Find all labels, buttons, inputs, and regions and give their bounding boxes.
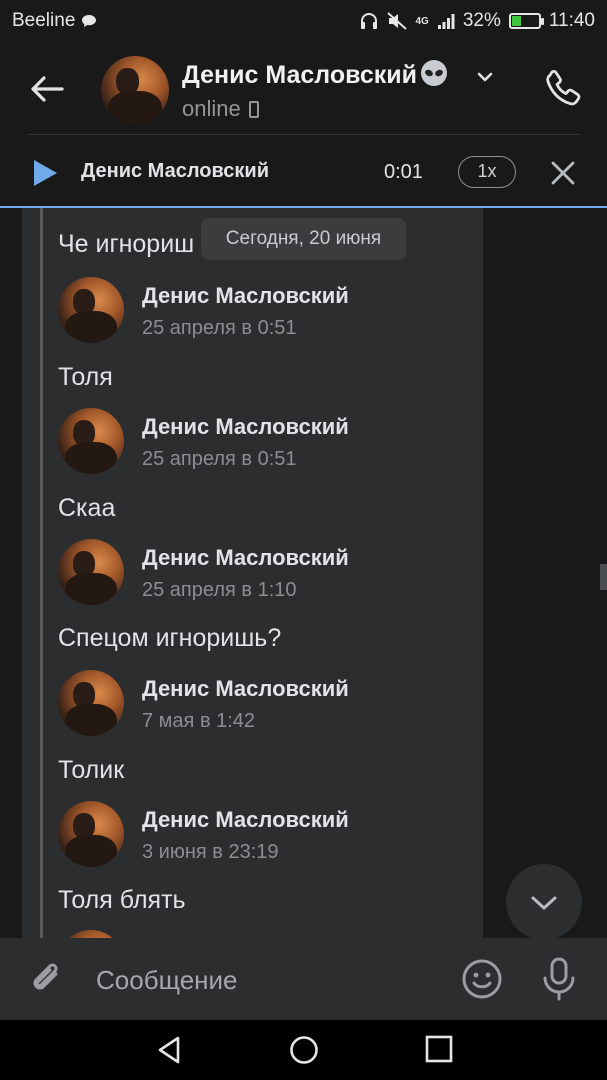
author-name: Денис Масловский xyxy=(142,283,349,308)
emoji-button[interactable] xyxy=(461,958,503,1000)
forward-author[interactable]: Денис Масловский 7 мая в 1:42 xyxy=(58,670,478,740)
carrier-name: Beeline xyxy=(12,10,76,31)
back-arrow-icon xyxy=(31,76,64,102)
nav-home-button[interactable] xyxy=(288,1034,320,1066)
mobile-device-icon xyxy=(248,100,259,118)
player-track-name[interactable]: Денис Масловский xyxy=(81,160,269,183)
attach-button[interactable] xyxy=(26,958,68,1000)
phone-call-icon xyxy=(546,69,581,106)
contact-avatar[interactable] xyxy=(101,56,169,124)
voice-message-button[interactable] xyxy=(538,956,580,1002)
chat-header: Денис Масловский online xyxy=(0,42,607,136)
nav-back-button[interactable] xyxy=(154,1034,186,1066)
status-left: Beeline xyxy=(12,10,97,32)
message-text: Спецом игноришь? xyxy=(58,624,282,652)
contact-menu-toggle[interactable] xyxy=(474,66,496,88)
close-player-button[interactable] xyxy=(548,158,578,188)
chevron-down-icon xyxy=(531,896,557,910)
forward-quote-line xyxy=(40,208,43,938)
forward-author[interactable]: Денис Масловский 25 апреля в 0:51 xyxy=(58,277,478,347)
network-type: 4G xyxy=(415,15,429,27)
message-input[interactable]: Сообщение xyxy=(96,958,436,1002)
paperclip-icon xyxy=(33,963,58,990)
compose-bar: Сообщение xyxy=(0,938,607,1020)
scrollbar[interactable] xyxy=(600,564,607,590)
battery-fill xyxy=(511,16,521,26)
mute-icon xyxy=(387,12,408,30)
message-date: 7 мая в 1:42 xyxy=(142,710,256,732)
avatar[interactable] xyxy=(58,670,124,736)
message-date: 3 июня в 23:19 xyxy=(142,841,279,863)
nav-recents-button[interactable] xyxy=(424,1034,454,1064)
battery-percent: 32% xyxy=(462,10,501,31)
avatar[interactable] xyxy=(58,930,124,938)
message-text: Толя блять xyxy=(58,886,186,914)
author-name: Денис Масловский xyxy=(142,414,349,439)
status-bar: Beeline 4G 32% 11:40 xyxy=(0,0,607,42)
chat-area[interactable]: Че игнориш Денис Масловский 25 апреля в … xyxy=(0,208,607,938)
message-text: Толя xyxy=(58,363,113,391)
contact-name-text: Денис Масловский xyxy=(182,61,417,89)
chevron-down-icon xyxy=(477,72,493,82)
avatar[interactable] xyxy=(58,408,124,474)
battery-icon xyxy=(508,13,544,29)
avatar[interactable] xyxy=(58,277,124,343)
microphone-icon xyxy=(543,957,575,1001)
contact-name[interactable]: Денис Масловский xyxy=(182,60,447,90)
audio-player: Денис Масловский 0:01 1x xyxy=(0,136,607,208)
call-button[interactable] xyxy=(540,66,586,112)
author-name: Денис Масловский xyxy=(142,545,349,570)
square-recents-icon xyxy=(425,1035,453,1063)
message-date: 25 апреля в 0:51 xyxy=(142,448,297,470)
message-text: Скаа xyxy=(58,494,116,522)
circle-home-icon xyxy=(290,1036,318,1064)
play-button[interactable] xyxy=(30,158,60,188)
avatar[interactable] xyxy=(58,801,124,867)
header-divider xyxy=(28,134,580,135)
avatar[interactable] xyxy=(58,539,124,605)
alien-emoji-icon xyxy=(421,60,447,86)
playback-speed-button[interactable]: 1x xyxy=(458,156,516,188)
date-divider: Сегодня, 20 июня xyxy=(201,218,406,260)
forward-author[interactable] xyxy=(58,930,478,938)
online-status: online xyxy=(182,96,241,121)
contact-status: online xyxy=(182,96,259,122)
author-name: Денис Масловский xyxy=(142,676,349,701)
close-icon xyxy=(551,161,575,185)
forward-author[interactable]: Денис Масловский 25 апреля в 0:51 xyxy=(58,408,478,478)
triangle-back-icon xyxy=(158,1036,180,1064)
clock: 11:40 xyxy=(548,10,595,31)
forward-author[interactable]: Денис Масловский 3 июня в 23:19 xyxy=(58,801,478,871)
author-name: Денис Масловский xyxy=(142,807,349,832)
message-text: Толик xyxy=(58,756,125,784)
player-time: 0:01 xyxy=(384,161,423,183)
play-icon xyxy=(34,160,57,186)
signal-icon xyxy=(437,14,455,29)
smile-icon xyxy=(462,959,502,999)
system-navigation-bar xyxy=(0,1020,607,1080)
message-text: Че игнориш xyxy=(58,230,195,258)
scroll-down-button[interactable] xyxy=(506,864,582,938)
headphones-icon xyxy=(361,13,378,29)
forward-author[interactable]: Денис Масловский 25 апреля в 1:10 xyxy=(58,539,478,609)
message-date: 25 апреля в 1:10 xyxy=(142,579,297,601)
chat-bubble-icon xyxy=(82,15,97,27)
status-right: 4G 32% 11:40 xyxy=(359,10,595,32)
message-date: 25 апреля в 0:51 xyxy=(142,317,297,339)
back-button[interactable] xyxy=(22,64,72,114)
